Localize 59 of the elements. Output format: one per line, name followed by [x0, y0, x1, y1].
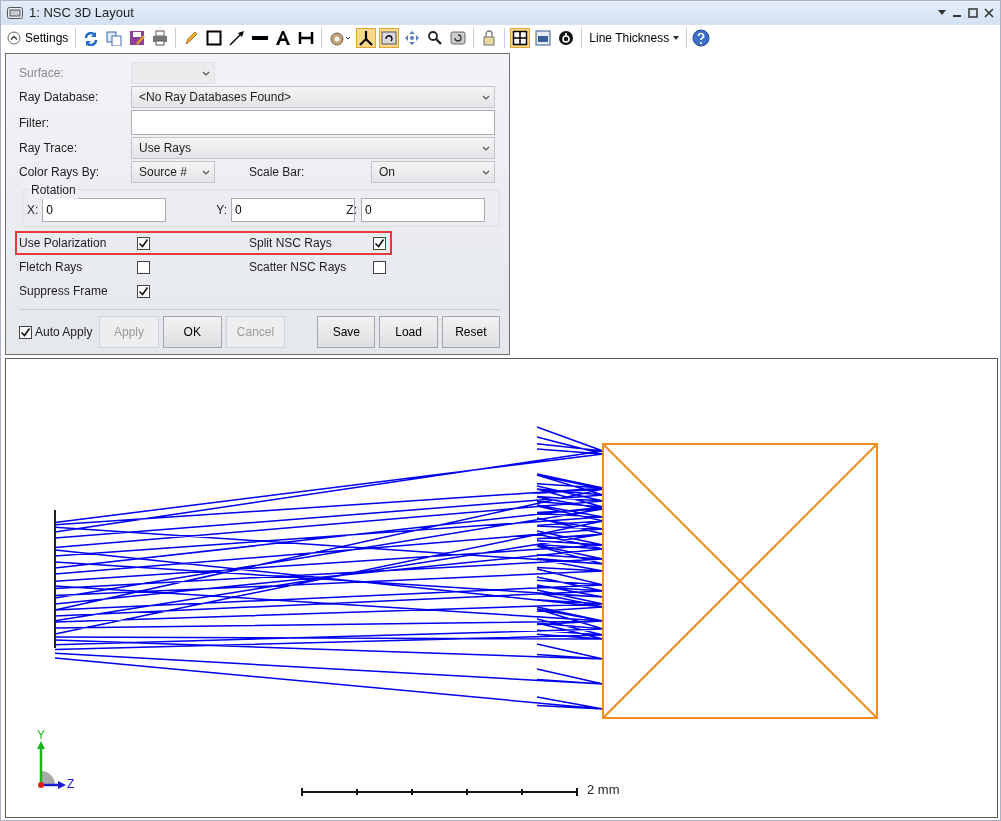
- line-thickness-dropdown[interactable]: Line Thickness: [587, 29, 682, 47]
- checkbox-label: Auto Apply: [35, 324, 93, 341]
- caret-icon: [202, 70, 210, 76]
- scale-bar-dropdown[interactable]: On: [371, 161, 495, 183]
- axis-label: X:: [27, 202, 39, 219]
- rotate-icon[interactable]: [379, 28, 400, 48]
- checkbox[interactable]: [137, 285, 150, 299]
- checkbox-label: Scatter NSC Rays: [249, 259, 348, 276]
- copy-icon[interactable]: [104, 28, 125, 48]
- maximize-icon[interactable]: [968, 8, 978, 18]
- checkbox-label: Suppress Frame: [19, 283, 109, 300]
- save-icon[interactable]: [127, 28, 148, 48]
- axis-label: Y: [37, 727, 45, 744]
- axis-label: Y:: [216, 202, 227, 219]
- ray-database-dropdown[interactable]: <No Ray Databases Found>: [131, 86, 495, 108]
- field-label: Scale Bar:: [249, 164, 306, 181]
- caret-icon: [202, 169, 210, 175]
- collapse-icon: [7, 31, 21, 45]
- window-icon: [7, 7, 23, 19]
- rotation-input-field[interactable]: 0: [361, 198, 485, 222]
- color-rays-by-dropdown[interactable]: Source #: [131, 161, 215, 183]
- dropdown-icon[interactable]: [938, 10, 946, 16]
- caret-icon: [673, 36, 680, 40]
- window-title: 1: NSC 3D Layout: [29, 4, 135, 23]
- axis-label: Z:: [346, 202, 357, 219]
- caret-icon: [482, 94, 490, 100]
- field-label: Ray Database:: [19, 89, 100, 106]
- dialog-button[interactable]: OK: [162, 316, 222, 348]
- dialog-button[interactable]: Load: [379, 316, 438, 348]
- checkbox[interactable]: [373, 237, 386, 251]
- field-label: Filter:: [19, 114, 50, 132]
- frame-icon[interactable]: [510, 28, 531, 48]
- checkbox[interactable]: [137, 261, 150, 275]
- ray-trace-dropdown[interactable]: Use Rays: [131, 137, 495, 159]
- checkbox-label: Split NSC Rays: [249, 235, 333, 252]
- reset-view-icon[interactable]: [448, 28, 469, 48]
- field-label: Surface:: [19, 65, 65, 82]
- checkbox-label: Use Polarization: [19, 235, 108, 252]
- settings-button[interactable]: Settings: [5, 29, 71, 47]
- window-layout-icon[interactable]: [533, 28, 554, 48]
- caret-icon: [482, 169, 490, 175]
- field-label: Color Rays By:: [19, 164, 101, 181]
- help-icon[interactable]: [692, 29, 711, 47]
- checkbox[interactable]: [137, 237, 150, 251]
- caret-icon: [482, 145, 490, 151]
- scale-bar-label: 2 mm: [587, 781, 620, 799]
- dialog-button[interactable]: Save: [317, 316, 376, 348]
- axes-icon[interactable]: [356, 28, 377, 48]
- rectangle-icon[interactable]: [204, 28, 225, 48]
- checkbox[interactable]: [19, 325, 32, 339]
- field-label: Ray Trace:: [19, 140, 79, 157]
- checkbox[interactable]: [373, 261, 386, 275]
- close-icon[interactable]: [984, 8, 994, 18]
- rotation-input-field[interactable]: 0: [42, 198, 167, 222]
- axis-label: Z: [67, 776, 75, 793]
- dialog-button[interactable]: Reset: [441, 316, 500, 348]
- filter-input-field[interactable]: [131, 110, 495, 135]
- axis-triad-icon: [37, 741, 66, 789]
- checkbox-label: Fletch Rays: [19, 259, 84, 276]
